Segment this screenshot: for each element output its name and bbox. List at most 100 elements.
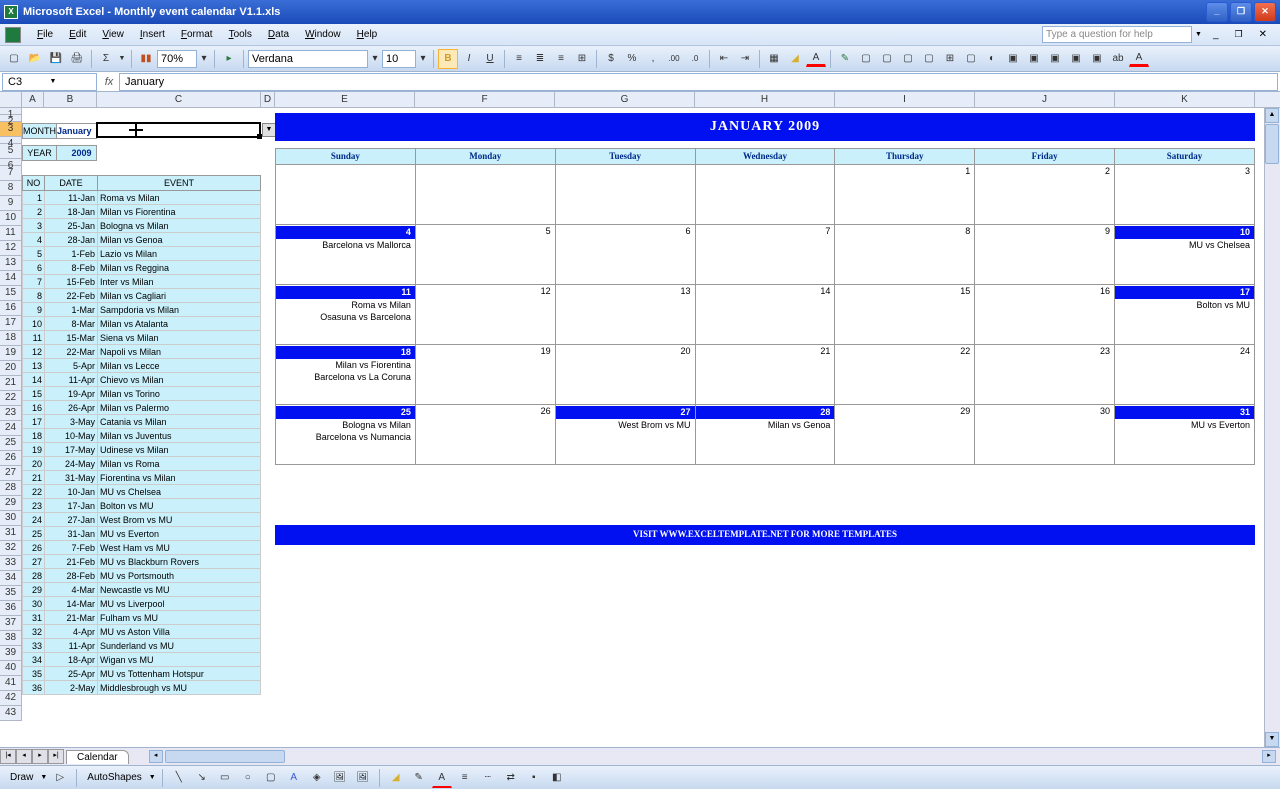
font-color-icon[interactable]: A [806,50,826,67]
menu-data[interactable]: Data [260,26,297,43]
event-row[interactable]: 1411-AprChievo vs Milan [23,373,261,387]
event-row[interactable]: 3121-MarFulham vs MU [23,611,261,625]
dec-indent-icon[interactable]: ⇤ [714,49,734,69]
menu-insert[interactable]: Insert [132,26,173,43]
clipart-icon[interactable]: 🖼 [330,768,350,788]
event-row[interactable]: 1810-MayMilan vs Juventus [23,429,261,443]
select-objects-icon[interactable]: ▷ [50,768,70,788]
scroll-up-icon[interactable]: ▲ [1265,108,1279,123]
row-header[interactable]: 22 [0,391,21,406]
row-header[interactable]: 17 [0,316,21,331]
row-header[interactable]: 1 [0,108,21,115]
merge-icon[interactable]: ⊞ [572,49,592,69]
tool-icon[interactable]: ab [1108,49,1128,69]
excel-icon[interactable] [5,27,21,43]
row-header[interactable]: 35 [0,586,21,601]
event-row[interactable]: 3014-MarMU vs Liverpool [23,597,261,611]
event-row[interactable]: 428-JanMilan vs Genoa [23,233,261,247]
tool-icon[interactable]: A [1129,50,1149,67]
help-search[interactable]: Type a question for help [1042,26,1192,43]
event-row[interactable]: 362-MayMiddlesbrough vs MU [23,681,261,695]
row-header[interactable]: 40 [0,661,21,676]
menu-help[interactable]: Help [349,26,386,43]
row-header[interactable]: 39 [0,646,21,661]
shadow-icon[interactable]: ▪ [524,768,544,788]
event-row[interactable]: 218-JanMilan vs Fiorentina [23,205,261,219]
draw-dropdown-icon[interactable]: ▼ [40,774,47,781]
calendar-cell[interactable]: 29 [835,405,975,465]
tool-icon[interactable]: ▢ [919,49,939,69]
calendar-cell[interactable]: 11Roma vs MilanOsasuna vs Barcelona [276,285,416,345]
row-header[interactable]: 19 [0,346,21,361]
arrow-style-icon[interactable]: ⇄ [501,768,521,788]
autoshapes-dropdown-icon[interactable]: ▼ [149,774,156,781]
row-header[interactable]: 11 [0,226,21,241]
tool-icon[interactable]: ▢ [856,49,876,69]
row-header[interactable]: 13 [0,256,21,271]
col-header-E[interactable]: E [275,92,415,107]
open-icon[interactable]: 📂 [25,49,45,69]
calendar-cell[interactable]: 18Milan vs FiorentinaBarcelona vs La Cor… [276,345,416,405]
tab-first-icon[interactable]: |◂ [0,749,16,764]
col-header-C[interactable]: C [97,92,261,107]
row-header[interactable]: 9 [0,196,21,211]
tool-icon[interactable]: ▢ [898,49,918,69]
tool-icon[interactable]: ▣ [1066,49,1086,69]
calendar-cell[interactable]: 27West Brom vs MU [555,405,695,465]
row-header[interactable]: 2 [0,115,21,122]
calendar-cell[interactable]: 8 [835,225,975,285]
menu-edit[interactable]: Edit [61,26,94,43]
tool-icon[interactable]: ▣ [1087,49,1107,69]
bold-button[interactable]: B [438,49,458,69]
fontsize-dropdown-icon[interactable]: ▾ [417,53,429,64]
autoshapes-menu[interactable]: AutoShapes [83,770,146,785]
row-header[interactable]: 31 [0,526,21,541]
fill-color-icon[interactable]: ◢ [785,49,805,69]
calendar-cell[interactable]: 14 [695,285,835,345]
calendar-cell[interactable]: 12 [415,285,555,345]
calendar-cell[interactable]: 3 [1115,165,1255,225]
fx-icon[interactable]: fx [99,76,119,88]
row-header[interactable]: 8 [0,181,21,196]
scroll-right-icon[interactable]: ▸ [1262,750,1276,763]
draw-menu[interactable]: Draw [6,770,37,785]
tool-icon[interactable]: ▢ [877,49,897,69]
row-header[interactable]: 20 [0,361,21,376]
event-row[interactable]: 1519-AprMilan vs Torino [23,387,261,401]
tab-prev-icon[interactable]: ◂ [16,749,32,764]
row-header[interactable]: 4 [0,137,21,144]
fontsize-select[interactable]: 10 [382,50,416,68]
event-row[interactable]: 1917-MayUdinese vs Milan [23,443,261,457]
calendar-cell[interactable] [695,165,835,225]
col-header-D[interactable]: D [261,92,275,107]
row-header[interactable]: 30 [0,511,21,526]
minimize-button[interactable]: _ [1206,2,1228,22]
rectangle-icon[interactable]: ▭ [215,768,235,788]
row-header[interactable]: 26 [0,451,21,466]
name-box[interactable]: C3▼ [2,73,97,91]
event-row[interactable]: 1115-MarSiena vs Milan [23,331,261,345]
row-header[interactable]: 34 [0,571,21,586]
row-header[interactable]: 28 [0,481,21,496]
italic-button[interactable]: I [459,49,479,69]
chart-icon[interactable]: ▮▮ [136,49,156,69]
col-header-K[interactable]: K [1115,92,1255,107]
calendar-cell[interactable]: 17Bolton vs MU [1115,285,1255,345]
row-header[interactable]: 36 [0,601,21,616]
col-header-F[interactable]: F [415,92,555,107]
row-header[interactable]: 32 [0,541,21,556]
event-row[interactable]: 3311-AprSunderland vs MU [23,639,261,653]
event-row[interactable]: 68-FebMilan vs Reggina [23,261,261,275]
picture-icon[interactable]: 🖼 [353,768,373,788]
row-header[interactable]: 23 [0,406,21,421]
calendar-cell[interactable]: 16 [975,285,1115,345]
scroll-thumb[interactable] [1265,124,1279,164]
menu-window[interactable]: Window [297,26,349,43]
row-header[interactable]: 10 [0,211,21,226]
tab-last-icon[interactable]: ▸| [48,749,64,764]
formula-bar[interactable]: January [119,73,1278,91]
row-header[interactable]: 5 [0,144,21,159]
zoom-dropdown-icon[interactable]: ▾ [198,53,210,64]
line-style-icon[interactable]: ≡ [455,768,475,788]
row-header[interactable]: 6 [0,159,21,166]
